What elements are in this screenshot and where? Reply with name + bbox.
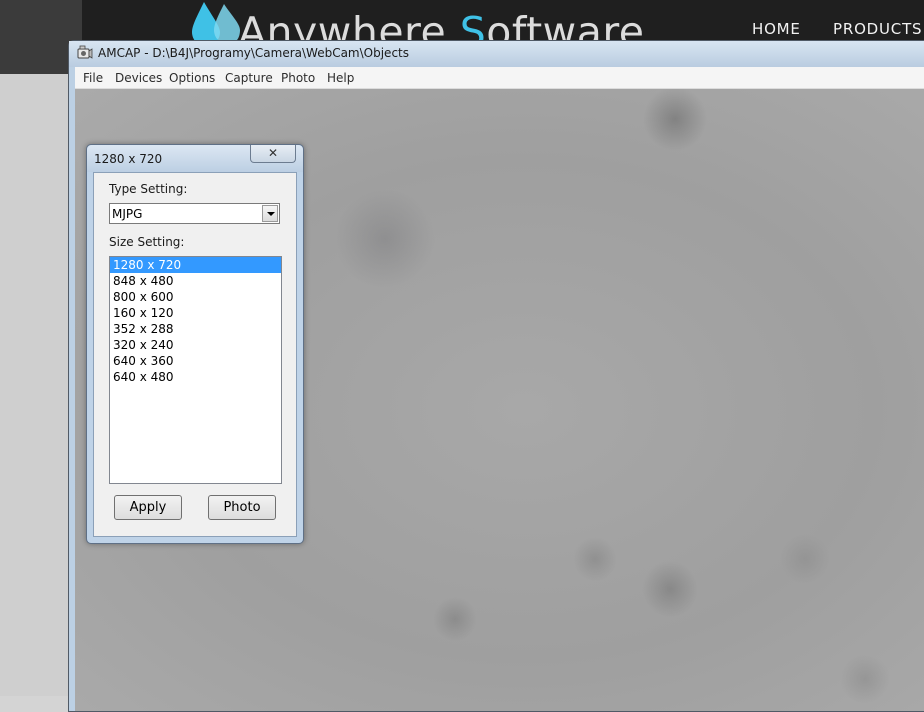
nav-products-link[interactable]: PRODUCTS	[833, 20, 922, 38]
type-setting-value: MJPG	[112, 207, 143, 221]
amcap-titlebar[interactable]: AMCAP - D:\B4J\Programy\Camera\WebCam\Ob…	[69, 41, 924, 67]
type-setting-dropdown[interactable]: MJPG	[109, 203, 280, 224]
webcam-app-icon[interactable]	[77, 45, 93, 61]
size-setting-list[interactable]: 1280 x 720 848 x 480 800 x 600 160 x 120…	[109, 256, 282, 484]
chevron-down-icon[interactable]	[262, 205, 278, 222]
dialog-titlebar[interactable]: 1280 x 720 ✕	[87, 145, 303, 172]
amcap-window-title: AMCAP - D:\B4J\Programy\Camera\WebCam\Ob…	[98, 46, 409, 60]
size-setting-label: Size Setting:	[109, 235, 185, 249]
menu-capture[interactable]: Capture	[225, 71, 273, 85]
site-background	[0, 74, 70, 696]
menu-file[interactable]: File	[83, 71, 103, 85]
menu-options[interactable]: Options	[169, 71, 215, 85]
list-item[interactable]: 160 x 120	[110, 305, 281, 321]
menu-help[interactable]: Help	[327, 71, 354, 85]
menu-photo[interactable]: Photo	[281, 71, 315, 85]
list-item[interactable]: 352 x 288	[110, 321, 281, 337]
close-icon: ✕	[267, 146, 279, 160]
close-button[interactable]: ✕	[250, 145, 296, 163]
menu-bar: File Devices Options Capture Photo Help	[75, 67, 924, 89]
nav-home-link[interactable]: HOME	[752, 20, 801, 38]
list-item[interactable]: 800 x 600	[110, 289, 281, 305]
list-item[interactable]: 320 x 240	[110, 337, 281, 353]
format-dialog: 1280 x 720 ✕ Type Setting: MJPG Size Set…	[86, 144, 304, 544]
menu-devices[interactable]: Devices	[115, 71, 162, 85]
photo-button[interactable]: Photo	[208, 495, 276, 520]
list-item[interactable]: 848 x 480	[110, 273, 281, 289]
list-item[interactable]: 640 x 360	[110, 353, 281, 369]
dialog-client-area: Type Setting: MJPG Size Setting: 1280 x …	[93, 172, 297, 537]
type-setting-label: Type Setting:	[109, 182, 188, 196]
dialog-title: 1280 x 720	[94, 152, 163, 166]
apply-button[interactable]: Apply	[114, 495, 182, 520]
list-item[interactable]: 640 x 480	[110, 369, 281, 385]
list-item[interactable]: 1280 x 720	[110, 257, 281, 273]
